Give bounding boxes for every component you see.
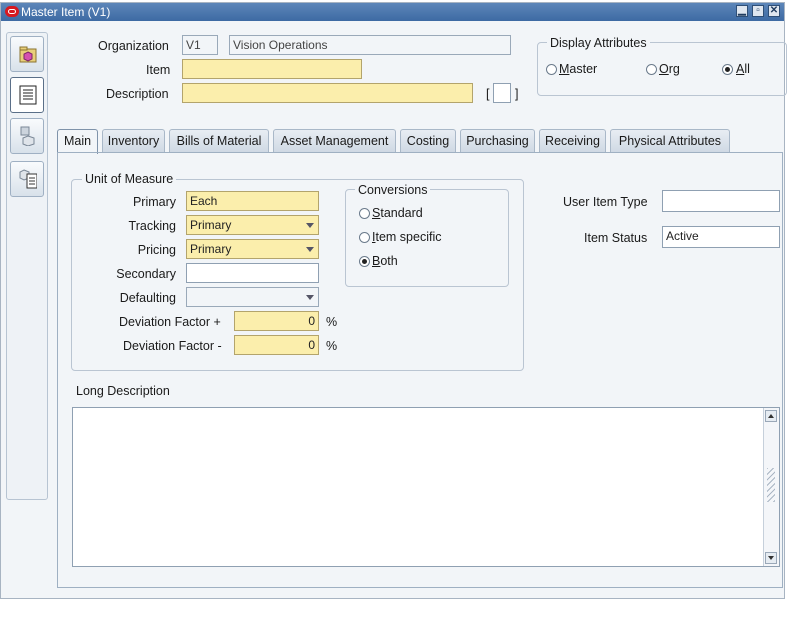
organization-name-field[interactable]: Vision Operations (229, 35, 511, 55)
secondary-label: Secondary (116, 267, 176, 281)
radio-item-specific-label: Item specific (372, 230, 442, 244)
pricing-label: Pricing (137, 243, 176, 257)
scroll-down-icon[interactable] (765, 552, 777, 564)
tab-costing[interactable]: Costing (400, 129, 456, 152)
title-bar: Master Item (V1) ▁ ▫ ✕ (1, 3, 784, 21)
pricing-value: Primary (190, 242, 232, 256)
pricing-select[interactable]: Primary (186, 239, 319, 259)
tab-purchasing[interactable]: Purchasing (460, 129, 535, 152)
item-catalog-button[interactable] (10, 161, 44, 197)
flexfield-bracket-open: [ (486, 87, 490, 101)
flexfield-bracket-close: ] (515, 87, 519, 101)
item-catalog-icon (19, 169, 37, 189)
description-label: Description (106, 87, 169, 101)
user-item-type-label: User Item Type (563, 195, 648, 209)
radio-all[interactable] (722, 64, 733, 75)
side-toolbar (6, 32, 48, 500)
scroll-up-icon[interactable] (765, 410, 777, 422)
description-field[interactable] (182, 83, 473, 103)
close-icon[interactable]: ✕ (768, 5, 780, 17)
folder-icon (19, 46, 37, 63)
chevron-down-icon[interactable] (303, 216, 318, 234)
window-title: Master Item (V1) (21, 5, 111, 19)
defaulting-label: Defaulting (119, 291, 176, 305)
radio-standard[interactable] (359, 208, 370, 219)
user-item-type-field[interactable] (662, 190, 780, 212)
oracle-logo-icon (5, 6, 19, 17)
radio-both[interactable] (359, 256, 370, 267)
minimize-icon[interactable]: ▁ (736, 5, 748, 17)
chevron-down-icon[interactable] (303, 240, 318, 258)
conversions-label: Conversions (355, 183, 431, 197)
radio-item-specific[interactable] (359, 232, 370, 243)
item-attributes-button[interactable] (10, 118, 44, 154)
tab-bills-of-material[interactable]: Bills of Material (169, 129, 269, 152)
chevron-down-icon[interactable] (303, 288, 318, 306)
tab-physical-attributes[interactable]: Physical Attributes (610, 129, 730, 152)
descriptive-flexfield[interactable] (493, 83, 511, 103)
tracking-select[interactable]: Primary (186, 215, 319, 235)
organization-code-field[interactable]: V1 (182, 35, 218, 55)
tracking-value: Primary (190, 218, 232, 232)
display-attributes-label: Display Attributes (547, 36, 650, 50)
item-attributes-icon (20, 126, 35, 146)
radio-master-label: Master (559, 62, 598, 76)
secondary-uom-field[interactable] (186, 263, 319, 283)
item-list-icon (19, 85, 37, 105)
radio-org-label: Org (659, 62, 680, 76)
radio-master[interactable] (546, 64, 557, 75)
radio-standard-label: Standard (372, 206, 423, 220)
tab-inventory[interactable]: Inventory (102, 129, 165, 152)
tab-main[interactable]: Main (57, 129, 98, 154)
primary-label: Primary (132, 195, 176, 209)
item-label: Item (146, 63, 171, 77)
radio-both-label: Both (372, 254, 398, 268)
deviation-minus-field[interactable]: 0 (234, 335, 319, 355)
item-field[interactable] (182, 59, 362, 79)
primary-uom-field[interactable]: Each (186, 191, 319, 211)
deviation-plus-percent: % (326, 315, 338, 329)
radio-org[interactable] (646, 64, 657, 75)
radio-all-label: All (736, 62, 750, 76)
long-description-textarea[interactable] (72, 407, 780, 567)
vertical-scrollbar[interactable] (763, 408, 779, 566)
item-list-button[interactable] (10, 77, 44, 113)
maximize-icon[interactable]: ▫ (752, 5, 764, 17)
tab-receiving[interactable]: Receiving (539, 129, 606, 152)
tab-asset-management[interactable]: Asset Management (273, 129, 396, 152)
deviation-minus-label: Deviation Factor - (123, 339, 222, 353)
deviation-plus-field[interactable]: 0 (234, 311, 319, 331)
organization-label: Organization (98, 39, 169, 53)
item-status-field[interactable]: Active (662, 226, 780, 248)
deviation-plus-label: Deviation Factor + (119, 315, 221, 329)
folder-button[interactable] (10, 36, 44, 72)
tracking-label: Tracking (128, 219, 176, 233)
item-status-label: Item Status (584, 231, 648, 245)
defaulting-select[interactable] (186, 287, 319, 307)
long-description-label: Long Description (76, 384, 170, 398)
resize-grip-icon[interactable] (767, 468, 775, 502)
deviation-minus-percent: % (326, 339, 338, 353)
unit-of-measure-label: Unit of Measure (82, 172, 177, 186)
